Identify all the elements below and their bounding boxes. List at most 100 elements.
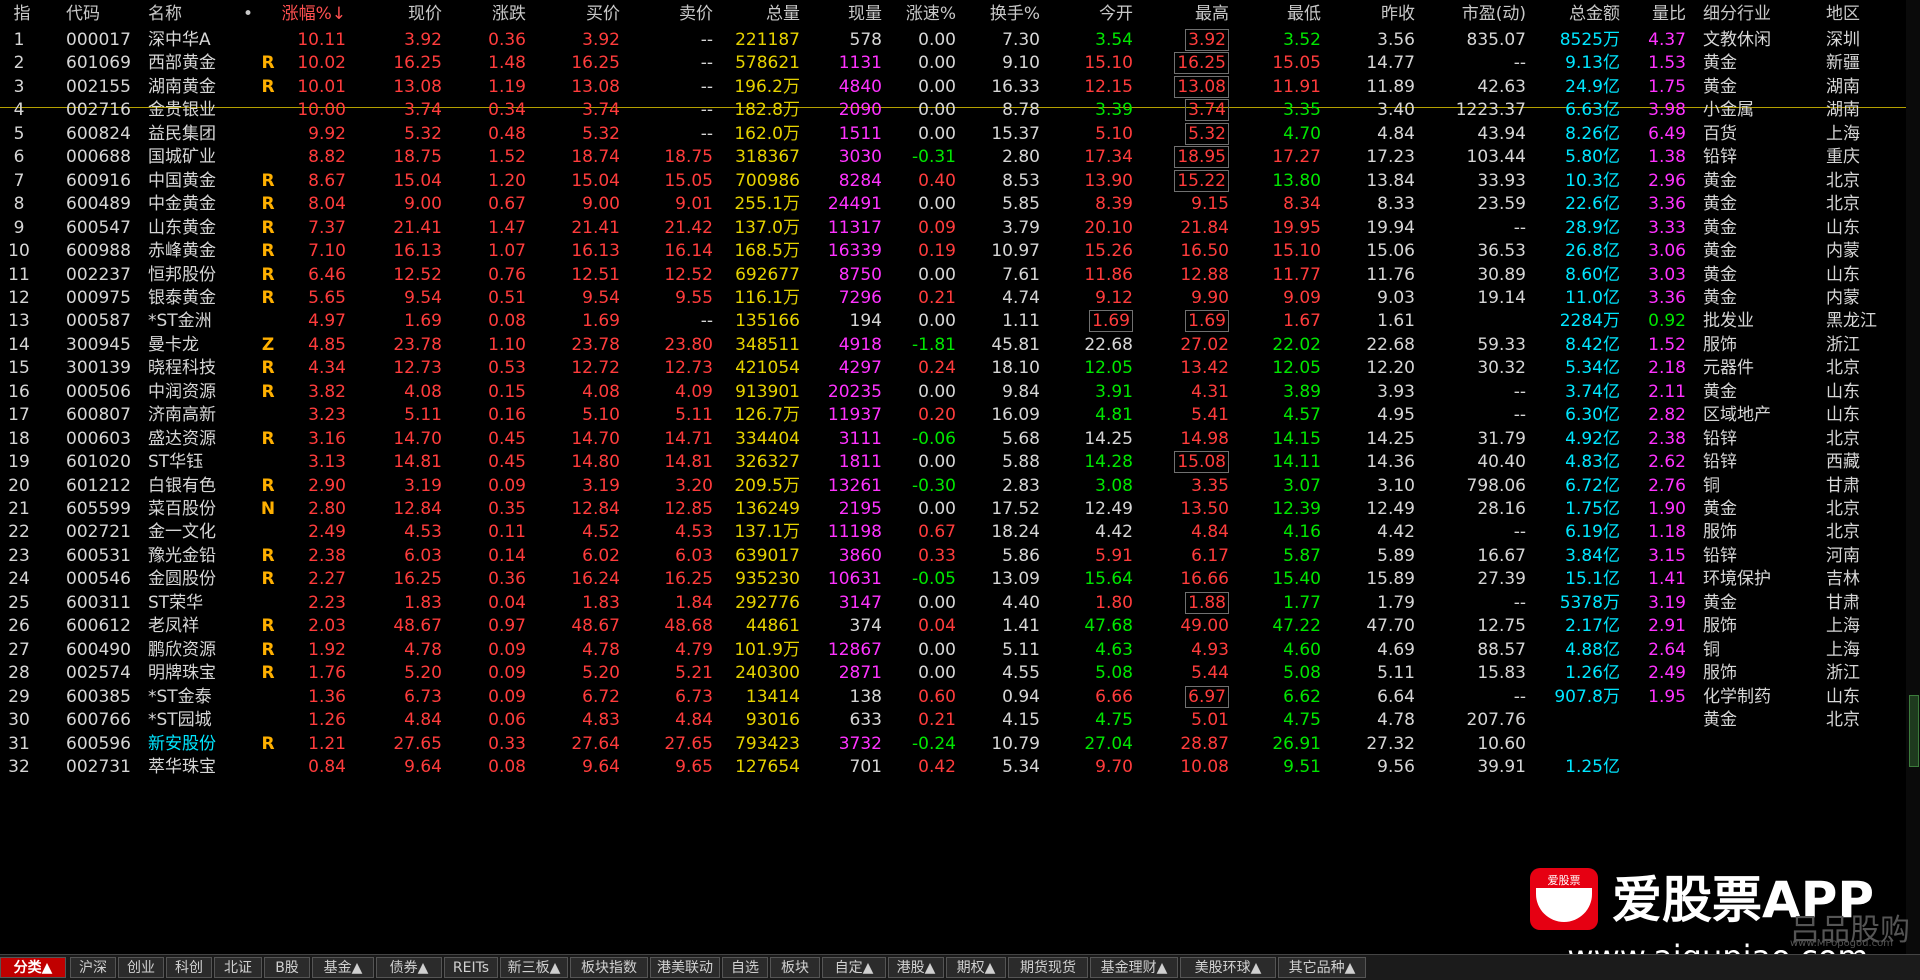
cell-name: 白银有色	[148, 475, 258, 498]
header-cell[interactable]: 买价	[526, 0, 620, 29]
market-tab[interactable]: 基金▲	[312, 957, 374, 978]
table-row[interactable]: 3 002155 湖南黄金 R 10.01 13.08 1.19 13.08 -- 196.2万 4…	[0, 75, 1920, 99]
cell-high: 16.66	[1133, 568, 1229, 591]
table-row[interactable]: 32 002731 萃华珠宝 0.84 9.64 0.08 9.64 9.65 127654 70…	[0, 756, 1920, 779]
table-row[interactable]: 31 600596 新安股份 R 1.21 27.65 0.33 27.64 27.65 7934…	[0, 733, 1920, 756]
header-cell[interactable]: •	[238, 0, 258, 29]
cell-price: 4.08	[346, 381, 442, 404]
market-tab[interactable]: 其它品种▲	[1278, 957, 1366, 978]
table-row[interactable]: 14 300945 曼卡龙 Z 4.85 23.78 1.10 23.78 23.80 34851…	[0, 334, 1920, 357]
table-row[interactable]: 26 600612 老凤祥 R 2.03 48.67 0.97 48.67 48.68 44861…	[0, 615, 1920, 638]
market-tab[interactable]: 期权▲	[946, 957, 1006, 978]
cell-n: 30	[2, 709, 36, 732]
table-row[interactable]: 9 600547 山东黄金 R 7.37 21.41 1.47 21.41 21.42 137.0…	[0, 217, 1920, 240]
table-row[interactable]: 24 000546 金圆股份 R 2.27 16.25 0.36 16.24 16.25 9352…	[0, 568, 1920, 591]
market-tab[interactable]: 基金理财▲	[1090, 957, 1178, 978]
market-tab[interactable]: 创业	[118, 957, 164, 978]
market-tab[interactable]: 自选	[722, 957, 768, 978]
table-row[interactable]: 17 600807 济南高新 3.23 5.11 0.16 5.10 5.11 126.7万 11…	[0, 404, 1920, 427]
table-row[interactable]: 2 601069 西部黄金 R 10.02 16.25 1.48 16.25 -- 578621 1…	[0, 52, 1920, 75]
header-cell[interactable]: 现价	[346, 0, 442, 29]
cell-vol-value: 240300	[735, 663, 800, 684]
cell-prev: 1.61	[1321, 310, 1415, 333]
cell-cur: 7296	[800, 287, 882, 310]
market-tab[interactable]: 板块指数	[570, 957, 648, 978]
table-row[interactable]: 11 002237 恒邦股份 R 6.46 12.52 0.76 12.51 12.52 6926…	[0, 264, 1920, 287]
table-row[interactable]: 10 600988 赤峰黄金 R 7.10 16.13 1.07 16.13 16.14 168.…	[0, 240, 1920, 263]
cell-amt-value: 6.72亿	[1565, 475, 1620, 496]
vertical-scrollbar[interactable]	[1906, 0, 1920, 954]
table-row[interactable]: 4 002716 金贵银业 10.00 3.74 0.34 3.74 -- 182.8万 2090…	[0, 99, 1920, 122]
cell-low-value: 15.10	[1272, 241, 1321, 262]
market-tab[interactable]: 板块	[770, 957, 820, 978]
header-cell[interactable]: 现量	[800, 0, 882, 29]
table-row[interactable]: 22 002721 金一文化 2.49 4.53 0.11 4.52 4.53 137.1万 11…	[0, 521, 1920, 544]
table-row[interactable]: 27 600490 鹏欣资源 R 1.92 4.78 0.09 4.78 4.79 101.9万 1…	[0, 639, 1920, 662]
cell-ask: 14.81	[620, 451, 713, 474]
header-cell[interactable]: 总金额	[1526, 0, 1620, 29]
cell-pe: 30.32	[1415, 357, 1526, 380]
table-row[interactable]: 28 002574 明牌珠宝 R 1.76 5.20 0.09 5.20 5.21 240300 2…	[0, 662, 1920, 685]
header-cell[interactable]: 细分行业	[1703, 0, 1813, 29]
table-row[interactable]: 25 600311 ST荣华 2.23 1.83 0.04 1.83 1.84 292776 31…	[0, 591, 1920, 615]
market-tab[interactable]: B股	[264, 957, 310, 978]
market-tab[interactable]: 债券▲	[376, 957, 442, 978]
table-row[interactable]: 21 605599 菜百股份 N 2.80 12.84 0.35 12.84 12.85 1362…	[0, 498, 1920, 521]
cell-spd: 0.00	[882, 498, 956, 521]
header-cell[interactable]: 涨速%	[882, 0, 956, 29]
header-cell[interactable]: 卖价	[620, 0, 713, 29]
market-tab[interactable]: 港股▲	[888, 957, 944, 978]
market-tab[interactable]: 新三板▲	[500, 957, 568, 978]
market-tab[interactable]: 沪深	[70, 957, 116, 978]
market-tab[interactable]: 港美联动	[650, 957, 720, 978]
header-cell[interactable]: 昨收	[1321, 0, 1415, 29]
market-tab[interactable]: 北证	[214, 957, 262, 978]
header-cell[interactable]: 涨跌	[442, 0, 526, 29]
header-cell[interactable]: 市盈(动)	[1415, 0, 1526, 29]
header-cell[interactable]: 名称	[148, 0, 238, 29]
table-row[interactable]: 20 601212 白银有色 R 2.90 3.19 0.09 3.19 3.20 209.5万 1…	[0, 475, 1920, 498]
cell-amt-value: 1.26亿	[1565, 663, 1620, 684]
table-row[interactable]: 13 000587 *ST金洲 4.97 1.69 0.08 1.69 -- 135166 194…	[0, 310, 1920, 333]
cell-ask: 4.53	[620, 521, 713, 544]
header-cell[interactable]: 换手%	[956, 0, 1040, 29]
scrollbar-thumb[interactable]	[1909, 695, 1919, 767]
table-row[interactable]: 6 000688 国城矿业 8.82 18.75 1.52 18.74 18.75 318367…	[0, 146, 1920, 169]
header-cell[interactable]: 指	[2, 0, 42, 29]
cell-prev: 8.33	[1321, 193, 1415, 216]
cell-code-value: 600489	[66, 194, 131, 215]
market-tab[interactable]: 分类▲	[0, 957, 66, 978]
table-row[interactable]: 12 000975 银泰黄金 R 5.65 9.54 0.51 9.54 9.55 116.1万 7…	[0, 287, 1920, 310]
table-row[interactable]: 23 600531 豫光金铅 R 2.38 6.03 0.14 6.02 6.03 639017 3…	[0, 545, 1920, 568]
cell-cur: 13261	[800, 475, 882, 498]
table-row[interactable]: 18 000603 盛达资源 R 3.16 14.70 0.45 14.70 14.71 3344…	[0, 428, 1920, 451]
market-tab[interactable]: REITs	[444, 957, 498, 978]
table-row[interactable]: 1 000017 深中华A 10.11 3.92 0.36 3.92 -- 221187 578 0…	[0, 29, 1920, 52]
market-tab[interactable]: 科创	[166, 957, 212, 978]
table-row[interactable]: 29 600385 *ST金泰 1.36 6.73 0.09 6.72 6.73 13414 13…	[0, 685, 1920, 709]
header-cell[interactable]: 今开	[1040, 0, 1133, 29]
cell-n-value: 22	[8, 522, 30, 543]
table-row[interactable]: 16 000506 中润资源 R 3.82 4.08 0.15 4.08 4.09 913901 2…	[0, 381, 1920, 404]
header-cell[interactable]: 量比	[1620, 0, 1686, 29]
market-tab[interactable]: 自定▲	[822, 957, 886, 978]
header-cell[interactable]: 最高	[1133, 0, 1229, 29]
table-row[interactable]: 7 600916 中国黄金 R 8.67 15.04 1.20 15.04 15.05 70098…	[0, 169, 1920, 193]
market-tab[interactable]: 美股环球▲	[1180, 957, 1276, 978]
table-row[interactable]: 15 300139 晓程科技 R 4.34 12.73 0.53 12.72 12.73 4210…	[0, 357, 1920, 380]
table-row[interactable]: 5 600824 益民集团 9.92 5.32 0.48 5.32 -- 162.0万 1511 0…	[0, 122, 1920, 146]
table-row[interactable]: 30 600766 *ST园城 1.26 4.84 0.06 4.83 4.84 93016 63…	[0, 709, 1920, 732]
cell-turn-value: 4.40	[1002, 592, 1040, 613]
cell-amt-value: 5378万	[1559, 592, 1620, 613]
market-tab[interactable]: 期货现货	[1008, 957, 1088, 978]
header-cell[interactable]: 地区	[1826, 0, 1906, 29]
table-row[interactable]: 8 600489 中金黄金 R 8.04 9.00 0.67 9.00 9.01 255.1万 24…	[0, 193, 1920, 216]
header-cell[interactable]: 代码	[66, 0, 146, 29]
cell-vr: 1.75	[1620, 76, 1686, 99]
header-cell[interactable]: 最低	[1229, 0, 1321, 29]
cell-vr-value: 1.52	[1648, 334, 1686, 355]
cell-chg: 4.34	[262, 357, 346, 380]
header-cell[interactable]: 涨幅%↓	[262, 0, 346, 29]
header-cell[interactable]: 总量	[713, 0, 800, 29]
table-row[interactable]: 19 601020 ST华钰 3.13 14.81 0.45 14.80 14.81 32632…	[0, 451, 1920, 474]
